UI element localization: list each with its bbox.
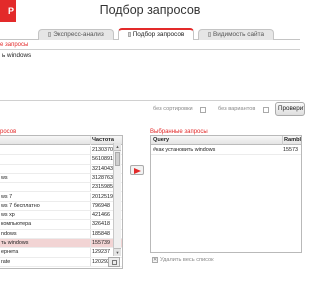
page-title: Подбор запросов bbox=[99, 3, 201, 17]
tab-icon bbox=[207, 31, 211, 37]
selected-row[interactable]: #как установить windows 15573 bbox=[151, 146, 301, 156]
table-row[interactable]: 21303708 bbox=[0, 146, 122, 156]
scroll-thumb[interactable] bbox=[115, 152, 120, 166]
table-row[interactable]: ws 3128763 bbox=[0, 173, 122, 184]
phrase-cell: ws 7 bbox=[1, 193, 13, 200]
table-row[interactable]: ndows 185848 bbox=[0, 229, 122, 239]
phrase-cell: ndows bbox=[1, 230, 17, 237]
table-row[interactable]: 5610891 bbox=[0, 155, 122, 165]
tab-label: Видимость сайта bbox=[212, 31, 265, 38]
tab-icon bbox=[127, 31, 131, 37]
phrase-cell: компьютера bbox=[1, 221, 32, 228]
search-results-grid: Частота 21303708 5610891 3214043 ws 3128763 2… bbox=[0, 135, 123, 269]
selected-queries-header: Query Rambl bbox=[151, 136, 301, 145]
table-row[interactable]: ws 7 бесплатно 796948 bbox=[0, 201, 122, 212]
query-textarea[interactable]: ь windows bbox=[0, 49, 300, 101]
no-variants-label: без вариантов bbox=[218, 106, 256, 112]
table-row[interactable]: 3214043 bbox=[0, 164, 122, 174]
add-to-selected-button[interactable] bbox=[130, 165, 144, 175]
tab-express-analysis[interactable]: Экспресс-анализ bbox=[38, 29, 114, 40]
table-row[interactable]: rate 120293 bbox=[0, 257, 122, 267]
scroll-up-arrow-icon[interactable]: ▲ bbox=[114, 143, 121, 151]
phrase-cell: ws 7 бесплатно bbox=[1, 202, 40, 209]
no-variants-checkbox[interactable] bbox=[263, 107, 269, 113]
queries-label: е запросы bbox=[0, 42, 29, 48]
table-row[interactable]: ть windows 155739 bbox=[0, 239, 122, 249]
header-rambler[interactable]: Rambl bbox=[282, 136, 301, 145]
page-view-button[interactable] bbox=[108, 257, 120, 267]
selected-queries-grid: Query Rambl #как установить windows 1557… bbox=[150, 135, 302, 253]
scroll-down-arrow-icon[interactable]: ▼ bbox=[114, 248, 121, 256]
page-icon bbox=[112, 260, 117, 265]
tab-bar: Экспресс-анализ Подбор запросов Видимост… bbox=[0, 28, 300, 40]
phrase-cell: ернета bbox=[1, 249, 19, 256]
table-row[interactable]: ернета 129237 bbox=[0, 248, 122, 258]
tab-site-visibility[interactable]: Видимость сайта bbox=[198, 29, 274, 40]
results-scrollbar[interactable]: ▲ ▼ bbox=[113, 143, 121, 256]
no-sort-label: без сортировки bbox=[153, 106, 193, 112]
phrase-cell: ws bbox=[1, 174, 8, 181]
tab-label: Экспресс-анализ bbox=[53, 31, 104, 38]
phrase-cell: ть windows bbox=[1, 240, 29, 246]
header-query[interactable]: Query bbox=[153, 136, 281, 145]
clear-list-icon[interactable]: ✕ bbox=[152, 257, 158, 263]
tab-label: Подбор запросов bbox=[132, 31, 185, 38]
arrow-right-icon bbox=[134, 168, 141, 174]
selected-query-text: #как установить windows bbox=[153, 147, 216, 153]
phrase-cell: ws xp bbox=[1, 212, 15, 219]
selected-query-freq: 15573 bbox=[283, 147, 298, 153]
query-text: ь windows bbox=[2, 52, 32, 59]
check-button[interactable]: Проверит bbox=[275, 102, 305, 116]
table-row[interactable]: ws 7 2012519 bbox=[0, 192, 122, 202]
table-row[interactable]: ws xp 421466 bbox=[0, 211, 122, 221]
no-sort-checkbox[interactable] bbox=[200, 107, 206, 113]
tab-icon bbox=[48, 31, 52, 37]
table-row[interactable]: 2315985 bbox=[0, 183, 122, 193]
phrase-cell: rate bbox=[1, 258, 11, 265]
table-row[interactable]: компьютера 326418 bbox=[0, 220, 122, 230]
search-results-header: Частота bbox=[0, 136, 122, 145]
clear-list-link[interactable]: Удалить весь список bbox=[160, 257, 214, 263]
tab-query-selection[interactable]: Подбор запросов bbox=[118, 28, 194, 40]
